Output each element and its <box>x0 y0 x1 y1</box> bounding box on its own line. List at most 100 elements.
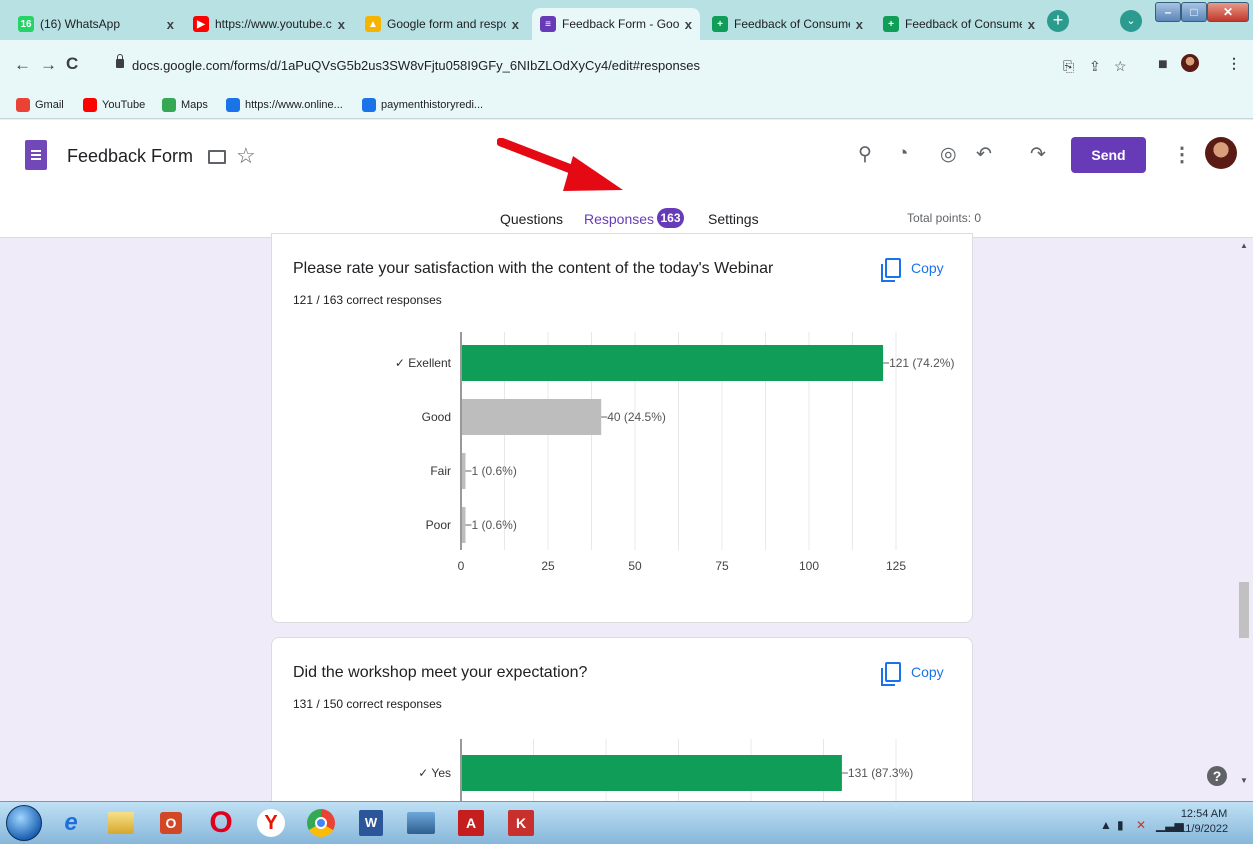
bar-chart: ✓ Yes 131 (87.3%) <box>418 739 913 808</box>
google-forms-logo[interactable] <box>25 140 47 170</box>
file-explorer-icon[interactable] <box>100 806 142 840</box>
preview-eye-icon[interactable]: ◎ <box>940 143 957 166</box>
help-icon[interactable]: ? <box>1207 766 1227 786</box>
bookmarks-bar: Gmail YouTube Maps https://www.online... pay… <box>0 92 1253 119</box>
palette-icon[interactable]: ◔ <box>897 143 908 165</box>
bookmark-item[interactable]: https://www.online... <box>226 98 343 112</box>
profile-avatar[interactable] <box>1181 54 1199 72</box>
side-panel-icon[interactable]: ■ <box>1158 56 1168 74</box>
more-options-icon[interactable]: ⋮ <box>1172 142 1192 167</box>
clock-time: 12:54 AM <box>1180 808 1228 820</box>
tray-device-icon[interactable]: ▮ <box>1117 818 1124 832</box>
question-summary-card: Please rate your satisfaction with the c… <box>271 233 973 623</box>
folder-icon[interactable] <box>208 150 226 164</box>
back-icon[interactable]: ← <box>14 55 31 75</box>
tab-title: https://www.youtube.cc <box>215 17 332 31</box>
tab-close-icon[interactable]: x <box>338 17 345 32</box>
tab-close-icon[interactable]: x <box>856 17 863 32</box>
tab-title: Google form and respo <box>387 17 506 31</box>
star-icon[interactable]: ☆ <box>236 143 256 169</box>
scroll-up-icon[interactable]: ▲ <box>1240 241 1248 250</box>
category-label: Poor <box>426 518 451 532</box>
window-maximize-button[interactable]: □ <box>1181 2 1207 22</box>
chart-bar <box>462 755 842 791</box>
addon-puzzle-icon[interactable]: ⚲ <box>858 143 872 166</box>
tab-close-icon[interactable]: x <box>1028 17 1035 32</box>
tab-search-icon[interactable]: ⌄ <box>1120 10 1142 32</box>
x-tick-label: 125 <box>886 559 906 573</box>
tab-close-icon[interactable]: x <box>167 17 174 32</box>
youtube-icon <box>83 98 97 112</box>
category-label: Fair <box>430 464 451 478</box>
window-minimize-button[interactable]: – <box>1155 2 1181 22</box>
bookmark-label: https://www.online... <box>245 99 343 111</box>
window-close-button[interactable]: ✕ <box>1207 2 1249 22</box>
globe-icon <box>362 98 376 112</box>
tab-close-icon[interactable]: x <box>512 17 519 32</box>
whatsapp-icon: 16 <box>18 16 34 32</box>
translate-icon[interactable]: ⎘ <box>1063 58 1074 75</box>
browser-tab[interactable]: ▶ https://www.youtube.cc x <box>185 8 353 40</box>
responses-count-badge: 163 <box>657 208 684 228</box>
tab-responses[interactable]: Responses <box>584 211 654 227</box>
chrome-icon[interactable] <box>300 806 342 840</box>
google-forms-icon: ≡ <box>540 16 556 32</box>
data-label: 40 (24.5%) <box>607 410 666 424</box>
account-avatar[interactable] <box>1205 137 1237 169</box>
bar-chart: 0 25 50 75 100 125 ✓ Exellent 121 (74.2%) Good 40… <box>395 332 954 573</box>
category-label: ✓ Yes <box>418 766 451 780</box>
tray-network-icon[interactable]: ✕ <box>1136 818 1146 832</box>
tab-title: Feedback Form - Goog <box>562 17 679 31</box>
category-label: ✓ Exellent <box>395 356 452 370</box>
page-scrollbar[interactable] <box>1237 238 1253 792</box>
bookmark-label: Maps <box>181 99 208 111</box>
browser-tab[interactable]: ≡ Feedback Form - Goog x <box>532 8 700 40</box>
data-label: 121 (74.2%) <box>889 356 954 370</box>
browser-tab[interactable]: ▲ Google form and respo x <box>357 8 527 40</box>
clock-date: 11/9/2022 <box>1180 823 1229 835</box>
google-sheets-icon: + <box>712 16 728 32</box>
form-title[interactable]: Feedback Form <box>67 146 193 167</box>
chart-bar <box>462 507 466 543</box>
reload-icon[interactable]: C <box>66 54 78 74</box>
tab-close-icon[interactable]: x <box>685 17 692 32</box>
bookmark-item[interactable]: paymenthistoryredi... <box>362 98 483 112</box>
lock-icon <box>116 54 124 68</box>
bookmark-star-icon[interactable]: ☆ <box>1114 58 1127 75</box>
x-tick-label: 100 <box>799 559 819 573</box>
bookmark-item[interactable]: Maps <box>162 98 208 112</box>
office-app-icon[interactable]: O <box>150 806 192 840</box>
internet-explorer-icon[interactable]: e <box>50 806 92 840</box>
tab-settings[interactable]: Settings <box>708 211 759 227</box>
bookmark-label: Gmail <box>35 99 64 111</box>
opera-icon[interactable]: O <box>200 806 242 840</box>
browser-tab[interactable]: + Feedback of Consumer x <box>704 8 871 40</box>
bookmark-item[interactable]: Gmail <box>16 98 64 112</box>
redo-icon[interactable]: ↷ <box>1030 143 1046 166</box>
address-bar[interactable]: docs.google.com/forms/d/1aPuQVsG5b2us3SW… <box>132 58 700 73</box>
new-tab-button[interactable]: + <box>1047 10 1069 32</box>
scrollbar-thumb[interactable] <box>1239 582 1249 638</box>
scroll-down-icon[interactable]: ▼ <box>1240 776 1248 785</box>
undo-icon[interactable]: ↶ <box>976 143 992 166</box>
acrobat-icon[interactable]: A <box>450 806 492 840</box>
word-icon[interactable]: W <box>350 806 392 840</box>
x-tick-label: 0 <box>458 559 465 573</box>
browser-menu-icon[interactable]: ⋮ <box>1227 55 1241 72</box>
browser-tab[interactable]: + Feedback of Consumer x <box>875 8 1043 40</box>
share-icon[interactable]: ⇪ <box>1089 58 1101 75</box>
browser-tab[interactable]: 16 (16) WhatsApp x <box>10 8 182 40</box>
yandex-browser-icon[interactable]: Y <box>250 806 292 840</box>
presentation-app-icon[interactable]: K <box>500 806 542 840</box>
tab-questions[interactable]: Questions <box>500 211 563 227</box>
bookmark-item[interactable]: YouTube <box>83 98 145 112</box>
question-summary-card: Did the workshop meet your expectation? … <box>271 637 973 808</box>
google-drive-icon: ▲ <box>365 16 381 32</box>
screen-app-icon[interactable] <box>400 806 442 840</box>
tab-title: Feedback of Consumer <box>905 17 1022 31</box>
tray-expand-icon[interactable]: ▲ <box>1100 818 1112 832</box>
send-button[interactable]: Send <box>1071 137 1146 173</box>
taskbar-clock[interactable]: 12:54 AM 11/9/2022 <box>1180 807 1228 837</box>
start-button[interactable] <box>6 805 42 841</box>
forward-icon[interactable]: → <box>40 55 57 75</box>
